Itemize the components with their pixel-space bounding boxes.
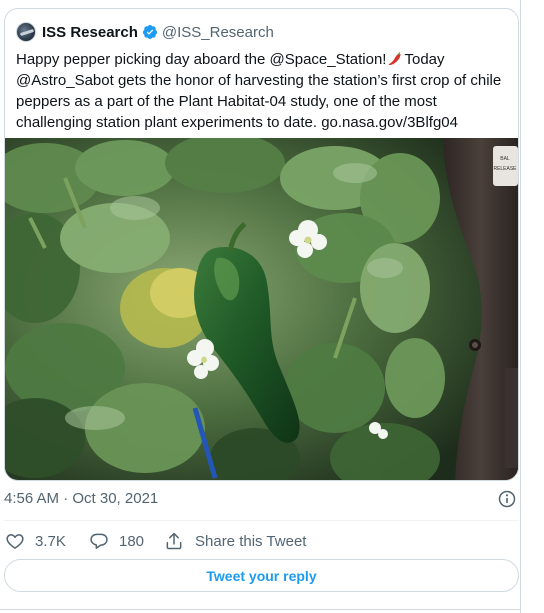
actions-divider [4,520,519,521]
heart-icon [6,534,24,549]
quoted-tweet-text: Happy pepper picking day aboard the @Spa… [16,49,512,133]
panel-label-release: RELEASE [493,166,517,172]
quoted-tweet-header: ISS Research @ISS_Research [16,22,274,42]
tweet-text-line: challenging station plant experiments to… [16,114,458,131]
hot-pepper-emoji-icon [389,51,402,66]
info-icon[interactable] [497,489,517,509]
tweet-your-reply-button[interactable]: Tweet your reply [4,559,519,592]
speech-bubble-icon [90,533,108,549]
author-handle[interactable]: @ISS_Research [162,24,274,41]
tweet-text-line: @Astro_Sabot gets the honor of harvestin… [16,72,502,89]
tweet-text-segment: Today [404,51,445,68]
tweet-text-line: peppers as a part of the Plant Habitat-0… [16,93,437,110]
panel-label-bal: BAL [500,156,510,162]
tweet-text-line: Happy pepper picking day aboard the @Spa… [16,49,512,70]
tweet-action-bar: 3.7K 180 Share this Tweet [0,528,520,554]
share-label: Share this Tweet [195,532,307,550]
verified-badge-icon [142,25,157,39]
tweet-timestamp[interactable]: 4:56 AM · Oct 30, 2021 [4,490,158,507]
reply-count-button[interactable]: 180 [89,528,144,554]
author-avatar[interactable] [16,22,36,42]
author-name[interactable]: ISS Research [42,24,138,41]
like-button[interactable]: 3.7K [5,528,66,554]
timeline-column-border [520,0,521,613]
share-icon [166,532,182,550]
like-count: 3.7K [35,532,66,550]
pepper-plant-photo[interactable]: BAL RELEASE [5,138,518,480]
share-tweet-button[interactable]: Share this Tweet [164,528,306,554]
tweet-text-segment: Happy pepper picking day aboard the @Spa… [16,51,387,68]
reply-count: 180 [119,532,145,550]
tweet-bottom-divider [0,609,521,610]
photo-illustration: BAL RELEASE [5,138,518,480]
quoted-tweet-card[interactable]: ISS Research @ISS_Research Happy pepper … [4,8,519,481]
